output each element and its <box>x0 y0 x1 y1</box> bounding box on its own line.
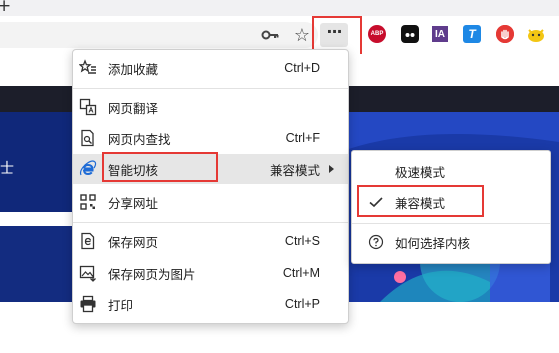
save-page-icon <box>79 232 97 250</box>
favorites-add-icon <box>79 59 97 77</box>
menu-item-label: 保存网页为图片 <box>108 266 196 282</box>
menu-item-save-as-image[interactable]: 保存网页为图片 Ctrl+M <box>73 258 348 288</box>
menu-item-translate[interactable]: 网页翻译 <box>73 92 348 122</box>
submenu-arrow-icon <box>329 165 334 173</box>
qr-code-icon <box>79 193 97 211</box>
find-in-page-icon <box>79 129 97 147</box>
tab-strip: + <box>0 0 559 16</box>
internet-archive-icon[interactable]: IA <box>432 26 448 42</box>
menu-item-print[interactable]: 打印 Ctrl+P <box>73 289 348 319</box>
menu-item-shortcut: Ctrl+F <box>285 131 320 145</box>
menu-item-shortcut: Ctrl+M <box>282 266 320 280</box>
key-icon[interactable] <box>261 26 279 44</box>
menu-item-add-favorite[interactable]: 添加收藏 Ctrl+D <box>73 53 348 83</box>
menu-item-label: 添加收藏 <box>108 61 159 77</box>
menu-separator <box>73 222 348 223</box>
menu-item-find[interactable]: 网页内查找 Ctrl+F <box>73 123 348 153</box>
menu-item-label: 网页翻译 <box>108 100 159 116</box>
submenu-item-label: 极速模式 <box>395 164 446 180</box>
menu-item-label: 保存网页 <box>108 234 159 250</box>
cow-extension-icon[interactable] <box>525 23 547 45</box>
dots-extension-icon[interactable] <box>401 25 419 43</box>
star-icon[interactable]: ☆ <box>292 25 312 46</box>
translate-icon <box>79 98 97 116</box>
stop-hand-icon[interactable] <box>496 25 514 43</box>
submenu-item-label: 如何选择内核 <box>395 235 471 251</box>
ie-icon <box>79 160 97 178</box>
banner-text-fragment: 士 <box>0 161 14 177</box>
menu-item-current-mode: 兼容模式 <box>269 163 320 178</box>
help-icon <box>368 234 384 250</box>
menu-item-shortcut: Ctrl+D <box>284 61 320 75</box>
adblock-plus-icon[interactable]: ABP <box>368 25 386 43</box>
context-menu: 添加收藏 Ctrl+D 网页翻译 网页内查找 Ctrl+F 智能切核 兼容模式 … <box>72 49 349 324</box>
menu-item-shortcut: Ctrl+P <box>284 297 320 311</box>
print-icon <box>79 295 97 313</box>
new-tab-button[interactable]: + <box>0 0 11 16</box>
menu-separator <box>73 88 348 89</box>
save-image-icon <box>79 264 97 282</box>
submenu-item-speed-mode[interactable]: 极速模式 <box>352 157 550 185</box>
menu-item-label: 网页内查找 <box>108 131 171 147</box>
highlight-box-compat-mode <box>357 185 484 217</box>
menu-item-share-url[interactable]: 分享网址 <box>73 187 348 217</box>
t-extension-icon[interactable]: T <box>463 25 481 43</box>
menu-item-save-page[interactable]: 保存网页 Ctrl+S <box>73 226 348 256</box>
submenu-item-how-to-choose[interactable]: 如何选择内核 <box>352 228 550 256</box>
menu-item-label: 打印 <box>108 297 134 313</box>
menu-item-shortcut: Ctrl+S <box>284 234 320 248</box>
highlight-box-smart-kernel <box>102 152 218 182</box>
menu-item-label: 分享网址 <box>108 195 159 211</box>
submenu-separator <box>352 223 550 224</box>
